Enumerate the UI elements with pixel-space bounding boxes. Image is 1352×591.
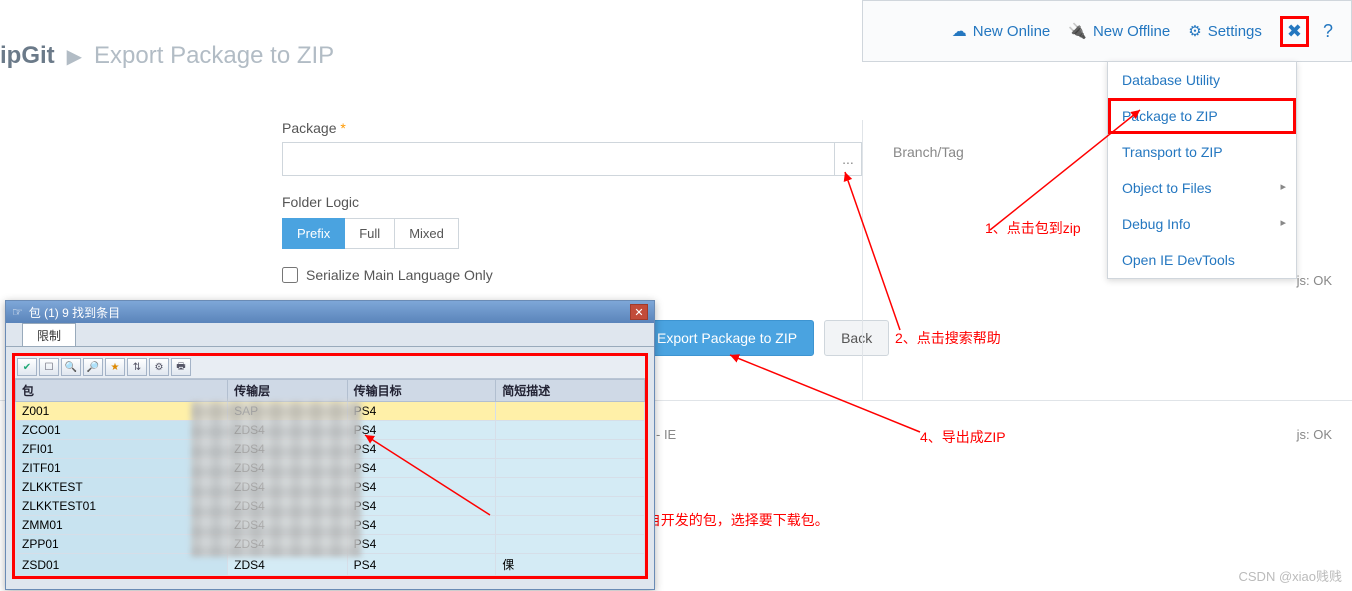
new-offline-link[interactable]: 🔌 New Offline <box>1068 22 1170 40</box>
menu-package-to-zip[interactable]: Package to ZIP <box>1108 98 1296 134</box>
table-cell <box>496 440 645 459</box>
table-cell <box>496 535 645 554</box>
help-icon[interactable]: ? <box>1323 21 1333 42</box>
menu-open-ie-devtools[interactable]: Open IE DevTools <box>1108 242 1296 278</box>
package-label: Package * <box>282 120 862 136</box>
tb-print-icon[interactable]: 🖶 <box>171 358 191 376</box>
seg-mixed[interactable]: Mixed <box>395 218 459 249</box>
table-cell: PS4 <box>347 478 496 497</box>
tools-icon[interactable]: ✖ <box>1280 16 1309 47</box>
table-cell <box>496 421 645 440</box>
topbar: ☁ New Online 🔌 New Offline ⚙ Settings ✖ … <box>862 0 1352 62</box>
tb-copy-icon[interactable]: ☐ <box>39 358 59 376</box>
menu-database-utility[interactable]: Database Utility <box>1108 62 1296 98</box>
annotation-4: 4、导出成ZIP <box>920 427 1006 447</box>
js-ok-1: js: OK <box>1297 273 1332 288</box>
serialize-checkbox[interactable] <box>282 267 298 283</box>
folder-logic-group: Prefix Full Mixed <box>282 218 862 249</box>
table-cell: 倮 <box>496 554 645 576</box>
sap-close-button[interactable]: ✕ <box>630 304 648 320</box>
new-online-link[interactable]: ☁ New Online <box>952 22 1051 40</box>
package-label-text: Package <box>282 120 336 136</box>
table-cell: PS4 <box>347 535 496 554</box>
tb-star-icon[interactable]: ★ <box>105 358 125 376</box>
seg-full[interactable]: Full <box>345 218 395 249</box>
table-cell <box>496 516 645 535</box>
tb-find-icon[interactable]: 🔍 <box>61 358 81 376</box>
seg-prefix[interactable]: Prefix <box>282 218 345 249</box>
js-ok-2: js: OK <box>1297 427 1332 442</box>
table-cell: PS4 <box>347 554 496 576</box>
tools-menu: Database Utility Package to ZIP Transpor… <box>1107 61 1297 279</box>
settings-label: Settings <box>1208 23 1262 40</box>
required-star: * <box>340 120 345 136</box>
watermark: CSDN @xiao贱贱 <box>1239 566 1343 585</box>
sap-dialog-title: ☞ 包 (1) 9 找到条目 ✕ <box>6 301 654 323</box>
gear-icon: ⚙ <box>1188 22 1201 40</box>
tb-sort-icon[interactable]: ⇅ <box>127 358 147 376</box>
settings-link[interactable]: ⚙ Settings <box>1188 22 1262 40</box>
table-cell <box>496 478 645 497</box>
sap-col-header[interactable]: 简短描述 <box>496 380 645 402</box>
table-cell <box>496 402 645 421</box>
table-cell: PS4 <box>347 516 496 535</box>
plug-icon: 🔌 <box>1068 22 1087 40</box>
table-cell: PS4 <box>347 421 496 440</box>
table-cell: PS4 <box>347 402 496 421</box>
sap-col-header[interactable]: 传输层 <box>228 380 347 402</box>
table-cell <box>496 497 645 516</box>
tb-settings-icon[interactable]: ⚙ <box>149 358 169 376</box>
package-input[interactable] <box>282 142 834 176</box>
menu-debug-info[interactable]: Debug Info <box>1108 206 1296 242</box>
table-cell <box>496 459 645 478</box>
sap-tab-limit[interactable]: 限制 <box>22 323 76 346</box>
cloud-icon: ☁ <box>952 22 967 40</box>
serialize-label: Serialize Main Language Only <box>306 267 493 283</box>
sap-search-help-dialog: ☞ 包 (1) 9 找到条目 ✕ 限制 ✔ ☐ 🔍 🔎 ★ ⇅ ⚙ 🖶 包传输层… <box>5 300 655 590</box>
sap-tabs: 限制 <box>6 323 654 347</box>
tb-ok-icon[interactable]: ✔ <box>17 358 37 376</box>
tb-findnext-icon[interactable]: 🔎 <box>83 358 103 376</box>
title-main: ipGit <box>0 42 55 70</box>
new-online-label: New Online <box>973 23 1051 40</box>
mosaic-censored <box>191 401 361 557</box>
table-cell: PS4 <box>347 440 496 459</box>
folder-logic-label: Folder Logic <box>282 194 862 210</box>
new-offline-label: New Offline <box>1093 23 1170 40</box>
sap-col-header[interactable]: 包 <box>16 380 228 402</box>
title-sep: ▶ <box>67 44 82 69</box>
sap-toolbar: ✔ ☐ 🔍 🔎 ★ ⇅ ⚙ 🖶 <box>15 356 645 379</box>
export-form: Package * ... Folder Logic Prefix Full M… <box>282 120 862 283</box>
table-cell: PS4 <box>347 459 496 478</box>
sap-col-header[interactable]: 传输目标 <box>347 380 496 402</box>
sap-dialog-title-text: 包 (1) 9 找到条目 <box>29 304 120 321</box>
menu-transport-to-zip[interactable]: Transport to ZIP <box>1108 134 1296 170</box>
title-sub: Export Package to ZIP <box>94 42 334 70</box>
page-title: ipGit ▶ Export Package to ZIP <box>0 42 334 70</box>
table-cell: PS4 <box>347 497 496 516</box>
form-actions: Export Package to ZIP Back <box>640 320 889 356</box>
search-help-button[interactable]: ... <box>834 142 862 176</box>
menu-object-to-files[interactable]: Object to Files <box>1108 170 1296 206</box>
sap-dialog-icon: ☞ <box>12 305 23 319</box>
export-button[interactable]: Export Package to ZIP <box>640 320 814 356</box>
